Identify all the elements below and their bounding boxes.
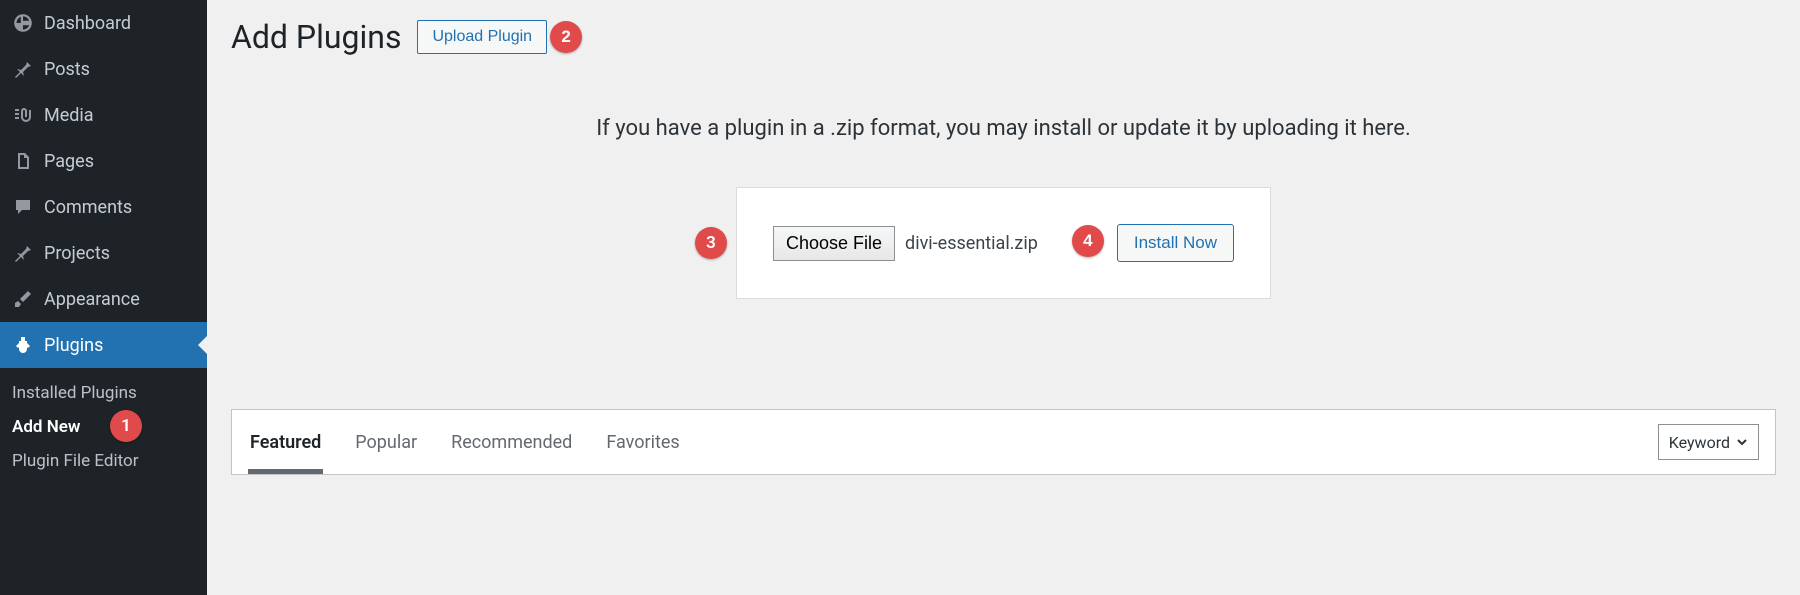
upload-box-wrapper: 3 Choose File divi-essential.zip 4 Insta… [231,187,1776,299]
sidebar-item-appearance[interactable]: Appearance [0,276,207,322]
chevron-down-icon [1736,436,1748,448]
filter-tabs: Featured Popular Recommended Favorites [248,410,682,474]
sidebar-item-label: Dashboard [44,13,131,34]
sidebar-item-comments[interactable]: Comments [0,184,207,230]
sidebar-item-posts[interactable]: Posts [0,46,207,92]
dashboard-icon [12,12,34,34]
search-mode-select[interactable]: Keyword [1658,424,1759,460]
sidebar-item-label: Media [44,105,94,126]
filter-bar: Featured Popular Recommended Favorites K… [231,409,1776,475]
callout-badge-4: 4 [1072,225,1104,257]
upload-form: 3 Choose File divi-essential.zip 4 Insta… [736,187,1271,299]
submenu-label: Plugin File Editor [12,451,139,471]
sidebar-item-label: Appearance [44,289,140,310]
sidebar-item-plugins[interactable]: Plugins [0,322,207,368]
choose-file-button[interactable]: Choose File [773,226,895,261]
sidebar-item-label: Plugins [44,335,103,356]
button-label: Install Now [1134,233,1217,252]
callout-badge-2: 2 [550,21,582,53]
plug-icon [12,334,34,356]
pin-icon [12,242,34,264]
tab-featured[interactable]: Featured [248,410,323,474]
sidebar-submenu: Installed Plugins Add New 1 Plugin File … [0,368,207,486]
submenu-installed-plugins[interactable]: Installed Plugins [0,376,207,410]
upload-help-text: If you have a plugin in a .zip format, y… [231,116,1776,141]
install-now-button[interactable]: 4 Install Now [1117,224,1234,262]
tab-popular[interactable]: Popular [353,410,419,474]
brush-icon [12,288,34,310]
media-icon [12,104,34,126]
select-value: Keyword [1669,433,1730,452]
tab-favorites[interactable]: Favorites [604,410,681,474]
pin-icon [12,58,34,80]
submenu-label: Installed Plugins [12,383,137,403]
admin-sidebar: Dashboard Posts Media Pages Comments Pro… [0,0,207,595]
pages-icon [12,150,34,172]
file-input-group: Choose File divi-essential.zip [773,226,1038,261]
main-content: Add Plugins Upload Plugin 2 If you have … [207,0,1800,595]
selected-file-name: divi-essential.zip [905,233,1038,254]
submenu-plugin-file-editor[interactable]: Plugin File Editor [0,444,207,478]
submenu-label: Add New [12,417,80,437]
submenu-add-new[interactable]: Add New 1 [0,410,207,444]
sidebar-item-dashboard[interactable]: Dashboard [0,0,207,46]
page-header: Add Plugins Upload Plugin 2 [231,18,1776,56]
sidebar-item-media[interactable]: Media [0,92,207,138]
sidebar-item-label: Posts [44,59,90,80]
upload-plugin-button[interactable]: Upload Plugin 2 [417,20,547,54]
comments-icon [12,196,34,218]
button-label: Upload Plugin [432,28,532,45]
sidebar-item-label: Projects [44,243,110,264]
sidebar-item-pages[interactable]: Pages [0,138,207,184]
sidebar-item-label: Comments [44,197,132,218]
page-title: Add Plugins [231,18,401,56]
sidebar-item-projects[interactable]: Projects [0,230,207,276]
callout-badge-1: 1 [110,410,142,442]
callout-badge-3: 3 [695,227,727,259]
sidebar-item-label: Pages [44,151,94,172]
tab-recommended[interactable]: Recommended [449,410,574,474]
